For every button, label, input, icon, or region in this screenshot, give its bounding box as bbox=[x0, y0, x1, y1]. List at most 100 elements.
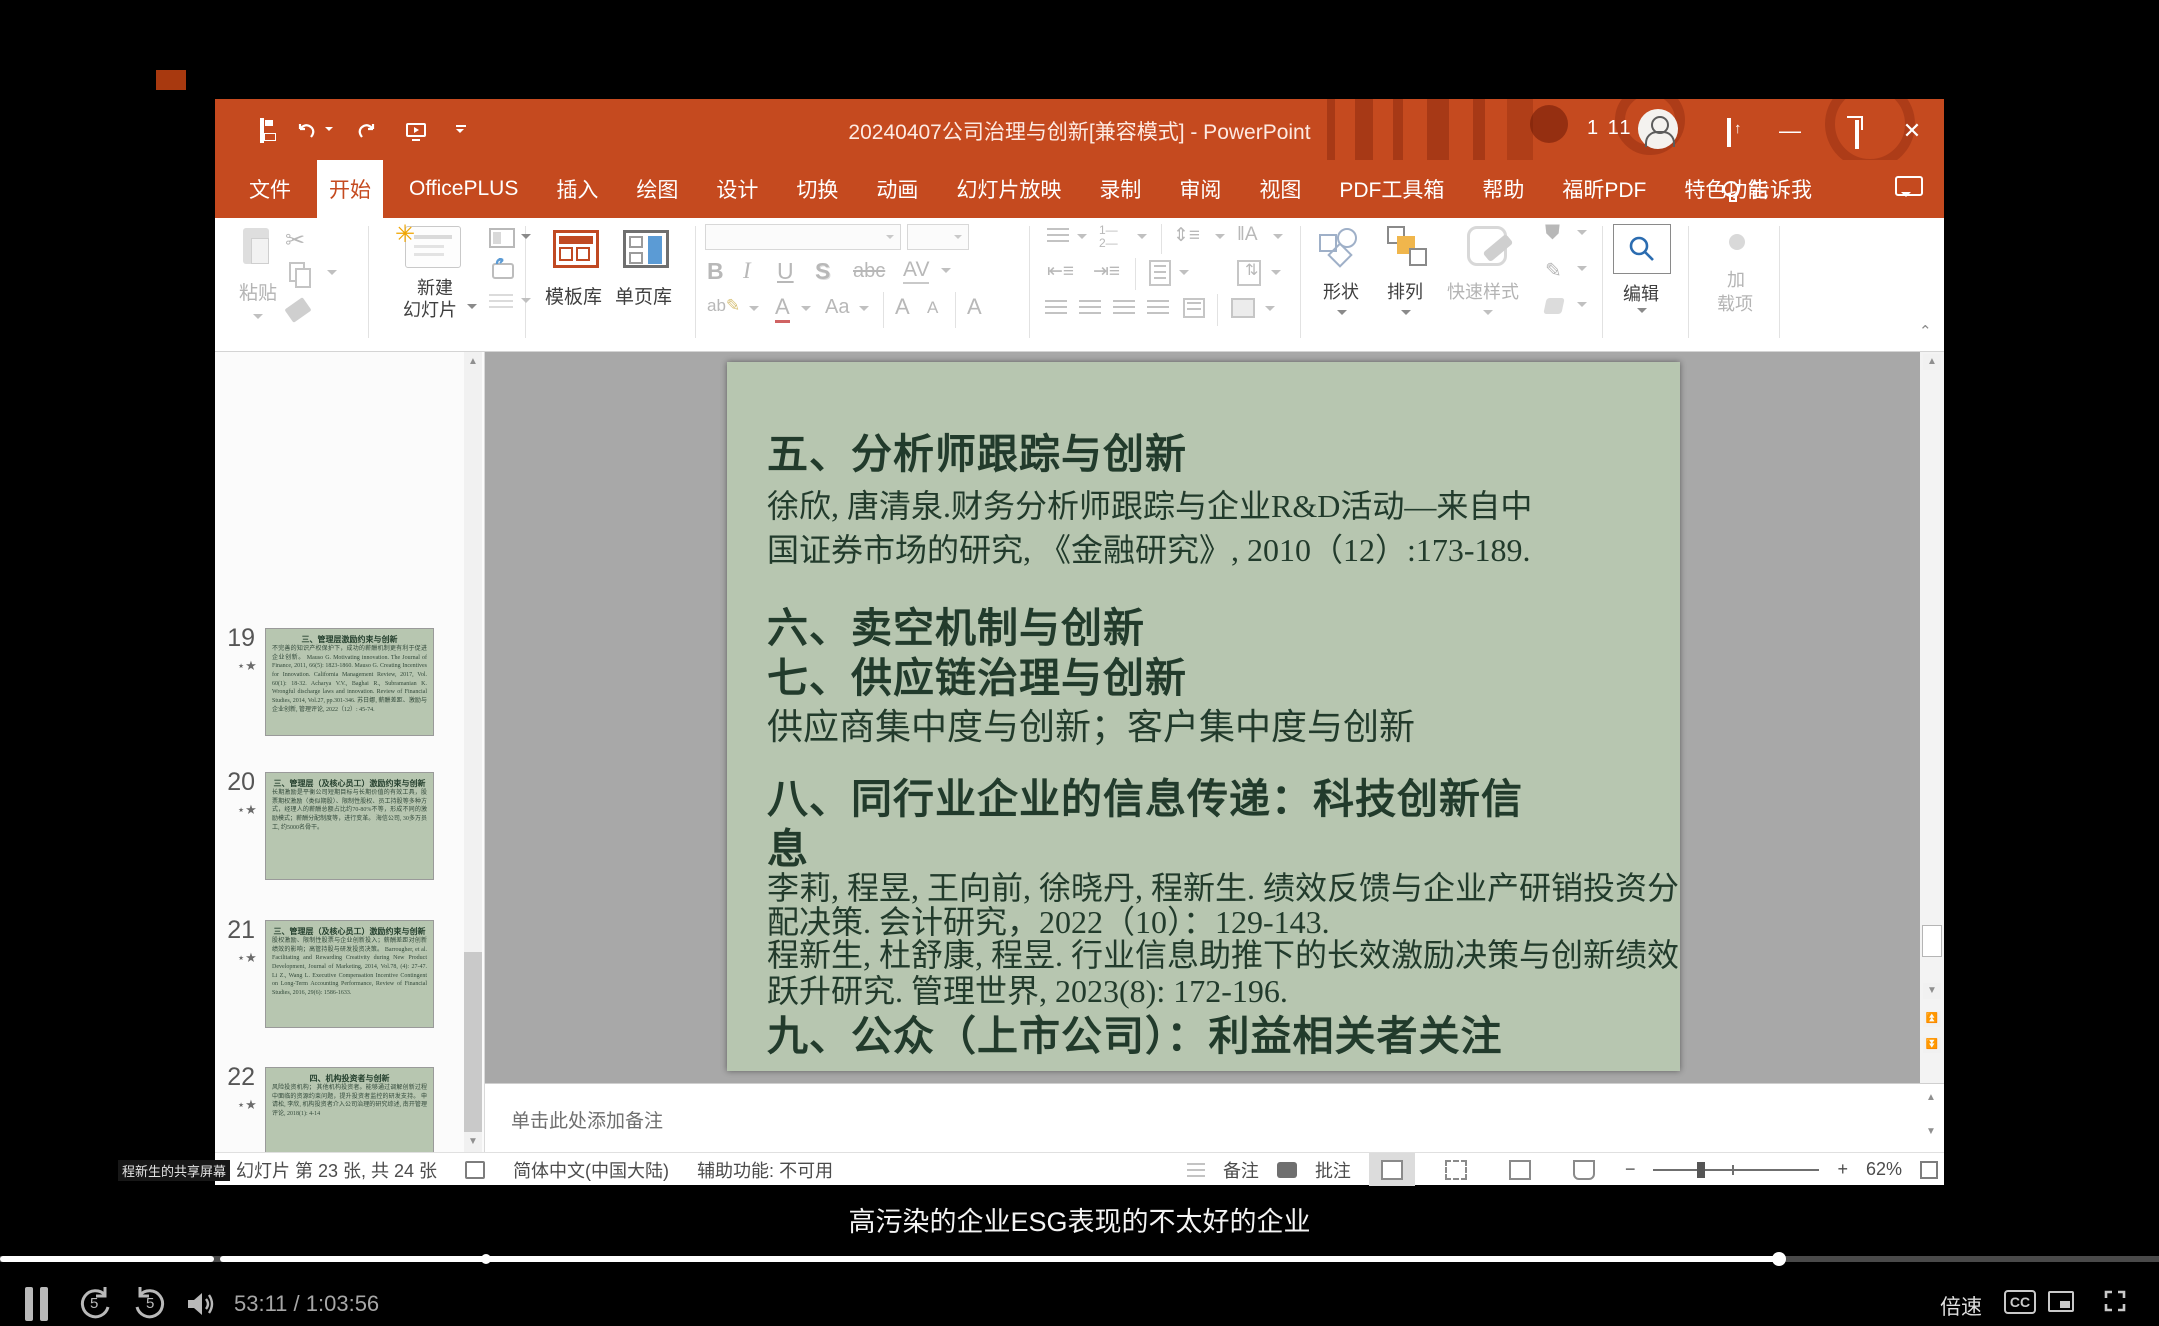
thumbnail-scrollbar-thumb[interactable] bbox=[464, 952, 482, 1132]
line-spacing-caret[interactable] bbox=[1215, 234, 1225, 244]
numbering-caret[interactable] bbox=[1137, 234, 1147, 244]
notes-toggle[interactable]: 备注 bbox=[1223, 1157, 1259, 1183]
playback-speed-button[interactable]: 倍速 bbox=[1940, 1291, 1982, 1321]
view-slideshow-button[interactable] bbox=[1561, 1153, 1607, 1186]
character-spacing-caret[interactable] bbox=[941, 268, 951, 278]
tab-draw[interactable]: 绘图 bbox=[624, 160, 690, 218]
slide-thumbnail-22[interactable]: 四、机构投资者与创新 风险投资机构； 其他机构投资者。能够通过调解创新过程中面临… bbox=[265, 1067, 434, 1152]
thumbnail-scrollbar[interactable]: ▲ ▼ bbox=[464, 352, 482, 1152]
tab-file[interactable]: 文件 bbox=[237, 160, 303, 218]
accessibility-status[interactable]: 辅助功能: 不可用 bbox=[697, 1157, 833, 1183]
notes-scroll-down-icon[interactable]: ▼ bbox=[1922, 1124, 1940, 1140]
tab-pdf-toolbox[interactable]: PDF工具箱 bbox=[1327, 160, 1456, 218]
slide-area-scrollbar[interactable]: ▲ ▼ ⏫ ⏬ bbox=[1920, 352, 1944, 1083]
zoom-in-button[interactable]: + bbox=[1837, 1159, 1848, 1180]
notes-scroll-up-icon[interactable]: ▲ bbox=[1922, 1090, 1940, 1106]
tab-view[interactable]: 视图 bbox=[1247, 160, 1313, 218]
shadow-button[interactable]: S bbox=[815, 258, 830, 285]
copy-caret[interactable] bbox=[327, 270, 337, 280]
numbering-icon[interactable]: 1—2— bbox=[1099, 224, 1118, 250]
chapter-marker[interactable] bbox=[481, 1254, 491, 1264]
shapes-button[interactable]: 形状 bbox=[1315, 226, 1371, 326]
ribbon-display-options-icon[interactable] bbox=[1711, 119, 1741, 143]
arrange-button[interactable]: 排列 bbox=[1379, 226, 1435, 326]
language-indicator[interactable]: 简体中文(中国大陆) bbox=[513, 1157, 669, 1183]
layout-caret[interactable] bbox=[521, 234, 531, 244]
tab-design[interactable]: 设计 bbox=[704, 160, 770, 218]
shape-outline-caret[interactable] bbox=[1577, 266, 1587, 276]
tab-officeplus[interactable]: OfficePLUS bbox=[397, 163, 530, 215]
tab-insert[interactable]: 插入 bbox=[544, 160, 610, 218]
account-avatar[interactable] bbox=[1638, 109, 1678, 149]
playhead[interactable] bbox=[1772, 1252, 1786, 1266]
section-caret[interactable] bbox=[521, 298, 531, 308]
pause-button[interactable] bbox=[25, 1287, 48, 1321]
undo-dropdown-caret[interactable] bbox=[325, 127, 333, 135]
next-slide-icon[interactable]: ⏬ bbox=[1923, 1037, 1941, 1053]
text-direction-icon[interactable]: ‖A bbox=[1237, 224, 1258, 246]
volume-button[interactable] bbox=[184, 1287, 218, 1321]
scroll-up-icon[interactable]: ▲ bbox=[1923, 354, 1941, 370]
slide-thumbnail-19[interactable]: 三、管理层激励约束与创新 不完善的知识产权保护下，成功的薪酬机制更有利于促进企业… bbox=[265, 628, 434, 736]
comments-toggle[interactable]: 批注 bbox=[1315, 1157, 1351, 1183]
slide-thumbnail-20[interactable]: 三、管理层（及核心员工）激励约束与创新 长期激励是平衡公司短期目标与长期价值的有… bbox=[265, 772, 434, 880]
align-center-icon[interactable] bbox=[1079, 300, 1101, 316]
shape-effects-icon[interactable] bbox=[1543, 298, 1564, 314]
fullscreen-icon[interactable] bbox=[2103, 1289, 2127, 1313]
tab-slideshow[interactable]: 幻灯片放映 bbox=[944, 160, 1073, 218]
section-icon[interactable] bbox=[489, 294, 513, 308]
single-page-library-button[interactable]: 单页库 bbox=[615, 230, 679, 320]
format-painter-icon[interactable] bbox=[284, 297, 311, 323]
scroll-down-icon[interactable]: ▼ bbox=[1923, 983, 1941, 999]
align-right-icon[interactable] bbox=[1113, 300, 1135, 316]
customize-qat-icon[interactable] bbox=[456, 125, 466, 137]
tab-foxit-pdf[interactable]: 福昕PDF bbox=[1550, 160, 1658, 218]
zoom-slider[interactable] bbox=[1653, 1169, 1819, 1171]
grow-font-button[interactable]: A bbox=[895, 294, 910, 320]
editing-search-box[interactable] bbox=[1613, 224, 1671, 274]
text-direction-caret[interactable] bbox=[1273, 234, 1283, 244]
comments-chat-icon[interactable] bbox=[1895, 176, 1923, 196]
rewind-5-button[interactable]: 5 bbox=[77, 1283, 113, 1323]
text-highlight-caret[interactable] bbox=[749, 306, 759, 316]
template-library-button[interactable]: 模板库 bbox=[545, 230, 609, 320]
editing-caret[interactable] bbox=[1637, 308, 1647, 318]
minimize-button[interactable]: — bbox=[1775, 119, 1805, 143]
notes-placeholder[interactable]: 单击此处添加备注 bbox=[511, 1106, 663, 1133]
view-sorter-button[interactable] bbox=[1433, 1153, 1479, 1186]
increase-indent-icon[interactable]: ⇥≡ bbox=[1093, 260, 1120, 283]
tab-help[interactable]: 帮助 bbox=[1470, 160, 1536, 218]
align-text-caret[interactable] bbox=[1271, 270, 1281, 280]
editing-label[interactable]: 编辑 bbox=[1623, 280, 1659, 306]
reset-slide-icon[interactable] bbox=[489, 258, 515, 280]
tab-review[interactable]: 审阅 bbox=[1167, 160, 1233, 218]
bold-button[interactable]: B bbox=[707, 258, 724, 285]
tell-me-button[interactable]: 告诉我 bbox=[1723, 160, 1812, 218]
scroll-up-icon[interactable]: ▲ bbox=[464, 354, 482, 370]
zoom-percentage[interactable]: 62% bbox=[1866, 1159, 1902, 1180]
change-case-button[interactable]: Aa bbox=[825, 296, 849, 319]
close-button[interactable]: ✕ bbox=[1897, 119, 1927, 143]
new-slide-button[interactable]: ✳ 新建 幻灯片 bbox=[391, 224, 481, 324]
paste-button[interactable] bbox=[237, 228, 277, 276]
shrink-font-button[interactable]: A bbox=[927, 298, 938, 318]
shape-effects-caret[interactable] bbox=[1577, 302, 1587, 312]
line-spacing-icon[interactable]: ⇕≡ bbox=[1173, 224, 1200, 247]
align-text-icon[interactable]: ⇅ bbox=[1237, 260, 1261, 286]
proofing-icon[interactable] bbox=[465, 1161, 485, 1179]
view-normal-button[interactable] bbox=[1369, 1153, 1415, 1186]
scroll-down-icon[interactable]: ▼ bbox=[464, 1134, 482, 1150]
notes-pane[interactable]: 单击此处添加备注 ▲ ▼ bbox=[485, 1083, 1944, 1152]
video-progress-bar[interactable] bbox=[0, 1256, 2159, 1262]
bullets-caret[interactable] bbox=[1077, 234, 1087, 244]
forward-5-button[interactable]: 5 bbox=[132, 1283, 168, 1323]
clear-formatting-button[interactable]: A bbox=[967, 294, 982, 320]
text-highlight-button[interactable]: ab✎ bbox=[707, 296, 740, 316]
decrease-indent-icon[interactable]: ⇤≡ bbox=[1047, 260, 1074, 283]
view-reading-button[interactable] bbox=[1497, 1153, 1543, 1186]
picture-in-picture-icon[interactable] bbox=[2048, 1291, 2074, 1312]
paste-label[interactable]: 粘贴 bbox=[239, 278, 277, 305]
undo-icon[interactable] bbox=[296, 121, 316, 141]
redo-icon[interactable] bbox=[357, 121, 377, 141]
quick-styles-button[interactable]: 快速样式 bbox=[1443, 226, 1535, 326]
